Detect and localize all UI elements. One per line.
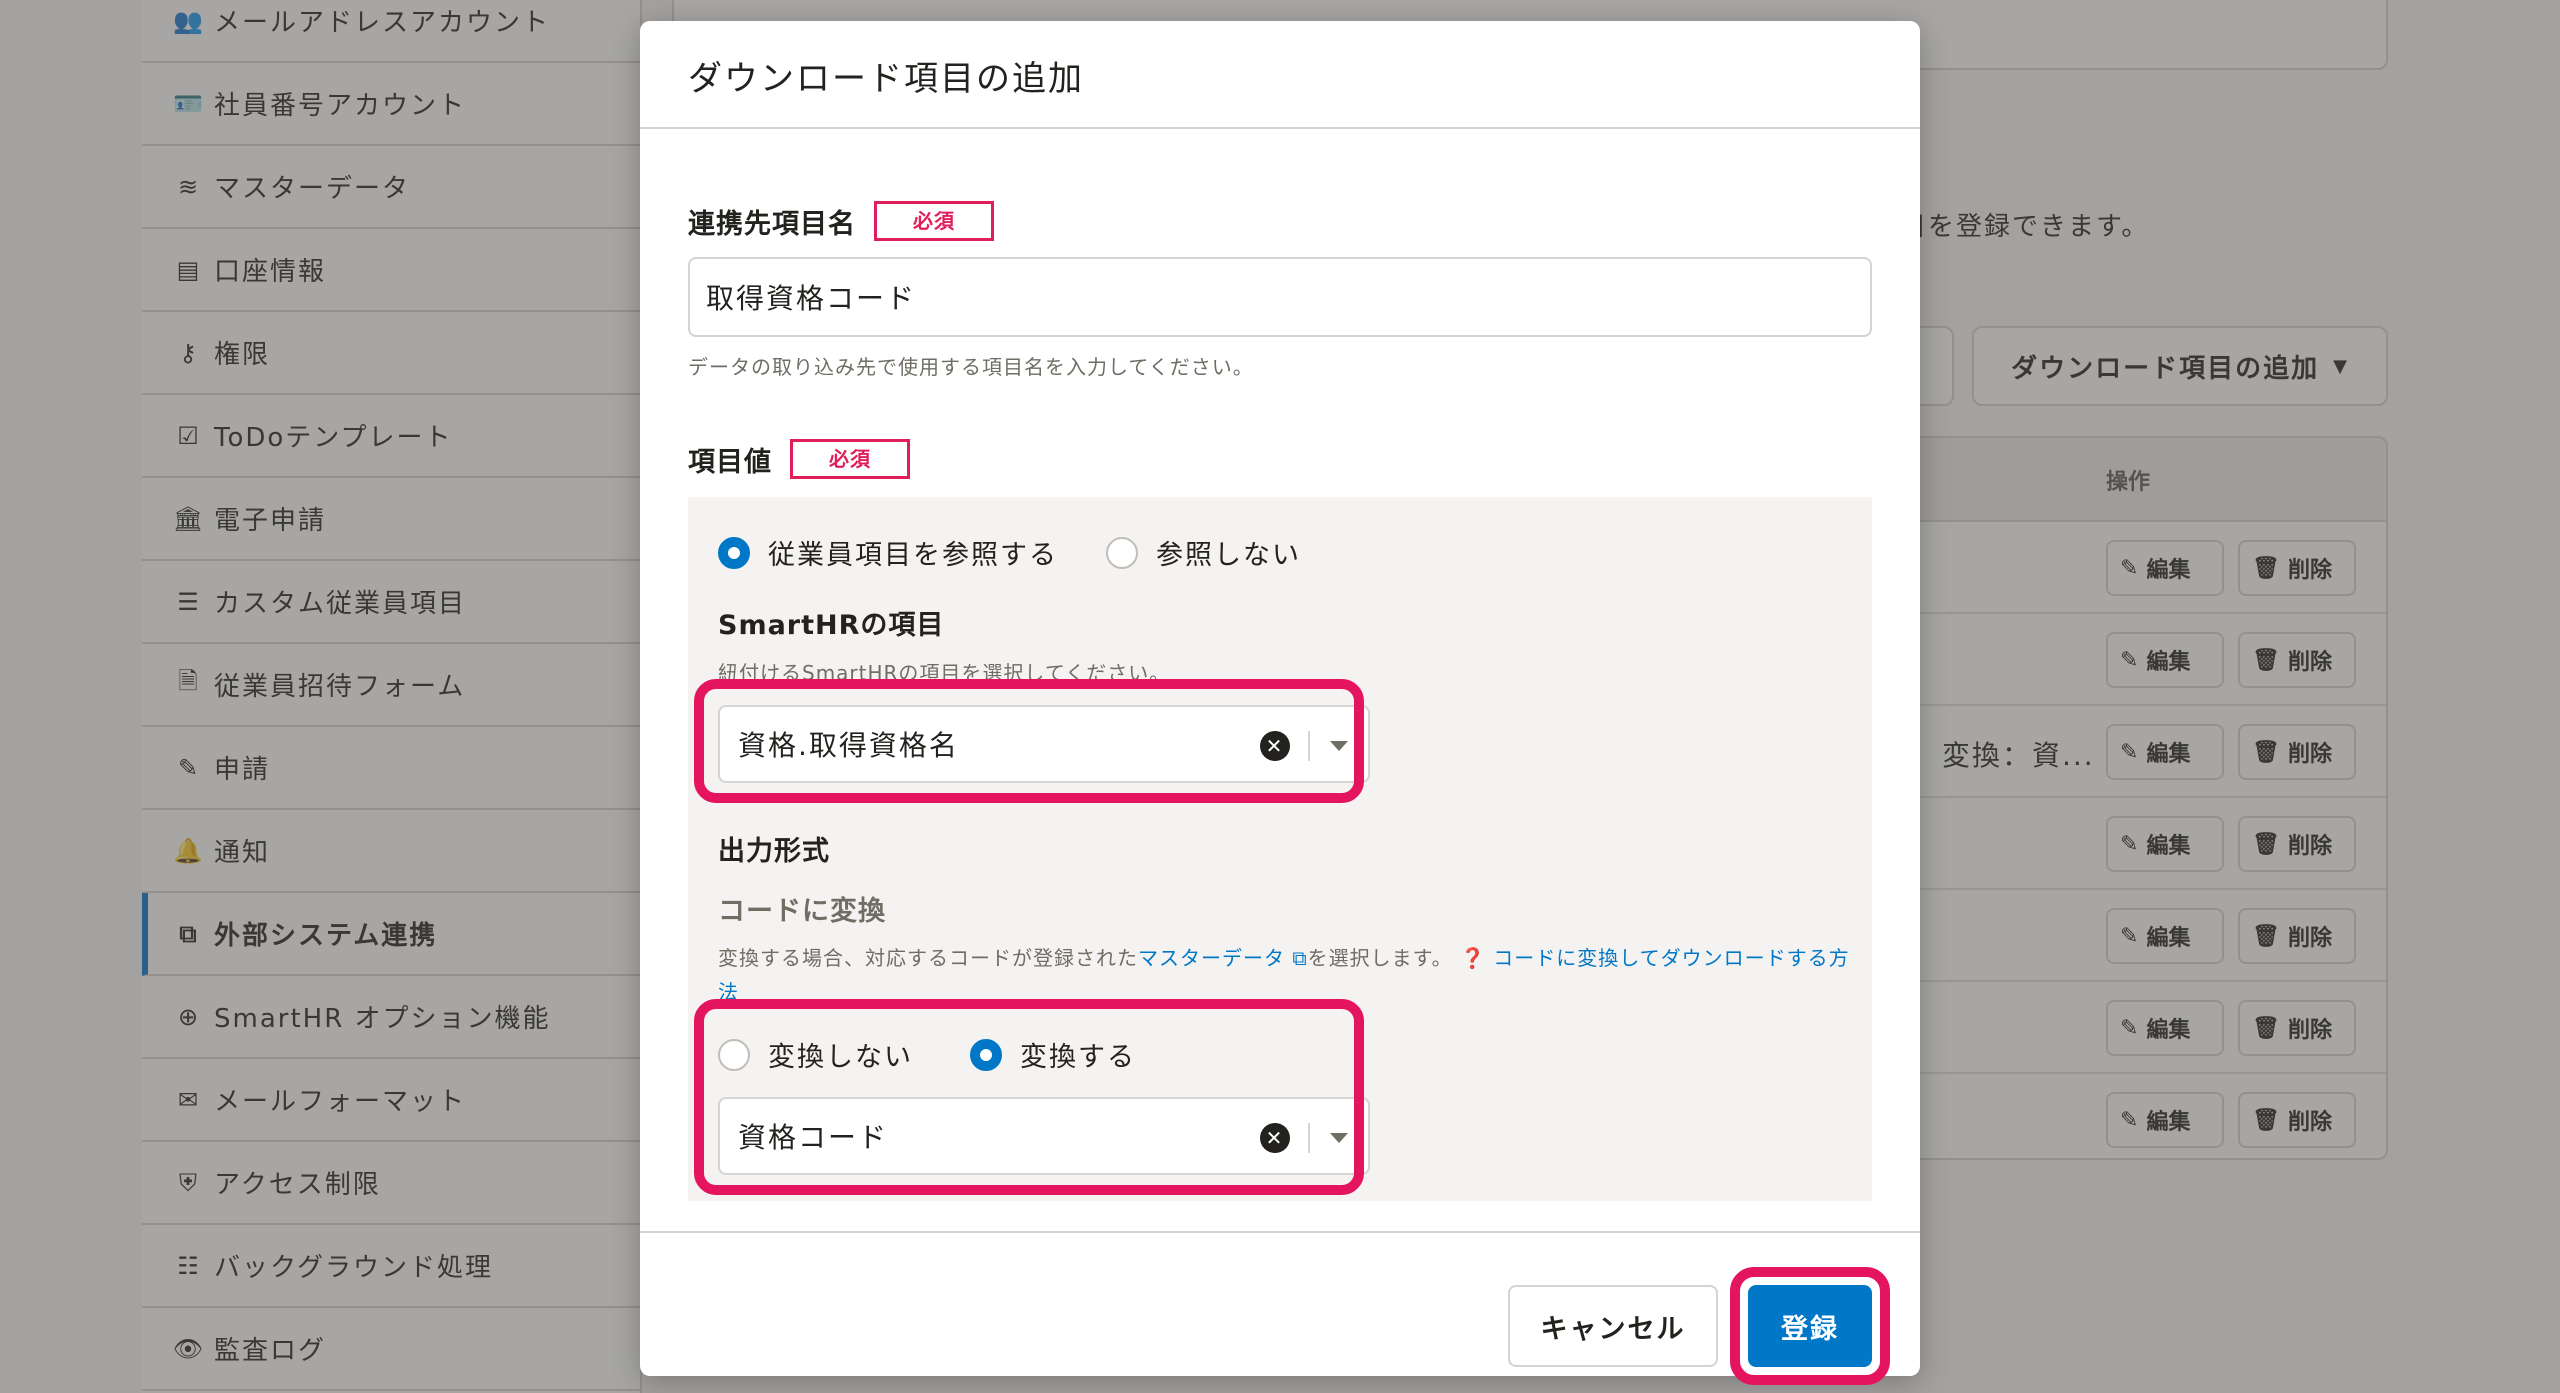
cancel-button[interactable]: キャンセル	[1508, 1285, 1718, 1367]
radio-no-reference-label: 参照しない	[1156, 540, 1301, 571]
dialog-footer: キャンセル 登録	[640, 1231, 1920, 1385]
dialog-title: ダウンロード項目の追加	[640, 21, 1920, 129]
radio-reference-employee[interactable]: 従業員項目を参照する	[718, 533, 1058, 572]
highlight-frame	[694, 679, 1364, 803]
radio-button-selected[interactable]	[718, 536, 750, 569]
highlight-frame	[694, 999, 1364, 1195]
field-value-panel: 従業員項目を参照する 参照しない SmartHRの項目 紐付けるSmartHRの…	[688, 497, 1872, 1201]
field-value-label: 項目値	[688, 446, 772, 478]
field-name-help: データの取り込み先で使用する項目名を入力してください。	[688, 355, 1254, 379]
help-circle-icon[interactable]: ❓	[1460, 946, 1486, 970]
field-name-label-row: 連携先項目名 必須	[688, 201, 1872, 241]
field-value-label-row: 項目値 必須	[688, 439, 910, 479]
radio-reference-label: 従業員項目を参照する	[768, 540, 1058, 571]
add-download-item-dialog: ダウンロード項目の追加 連携先項目名 必須 取得資格コード データの取り込み先で…	[640, 21, 1920, 1385]
field-name-input[interactable]: 取得資格コード	[688, 257, 1872, 337]
convert-help-prefix: 変換する場合、対応するコードが登録された	[718, 946, 1138, 970]
convert-help-suffix: を選択します。	[1307, 946, 1453, 970]
convert-code-title: コードに変換	[718, 896, 886, 927]
external-link-icon[interactable]: ⧉	[1292, 946, 1307, 970]
radio-button[interactable]	[1106, 536, 1138, 569]
required-badge: 必須	[874, 201, 994, 241]
radio-no-reference[interactable]: 参照しない	[1106, 533, 1301, 572]
highlight-frame	[1730, 1267, 1890, 1385]
required-badge: 必須	[790, 439, 910, 479]
output-format-title: 出力形式	[718, 836, 830, 867]
field-name-label: 連携先項目名	[688, 208, 856, 240]
smarthr-item-title: SmartHRの項目	[718, 610, 945, 641]
master-data-link[interactable]: マスターデータ	[1138, 946, 1285, 970]
